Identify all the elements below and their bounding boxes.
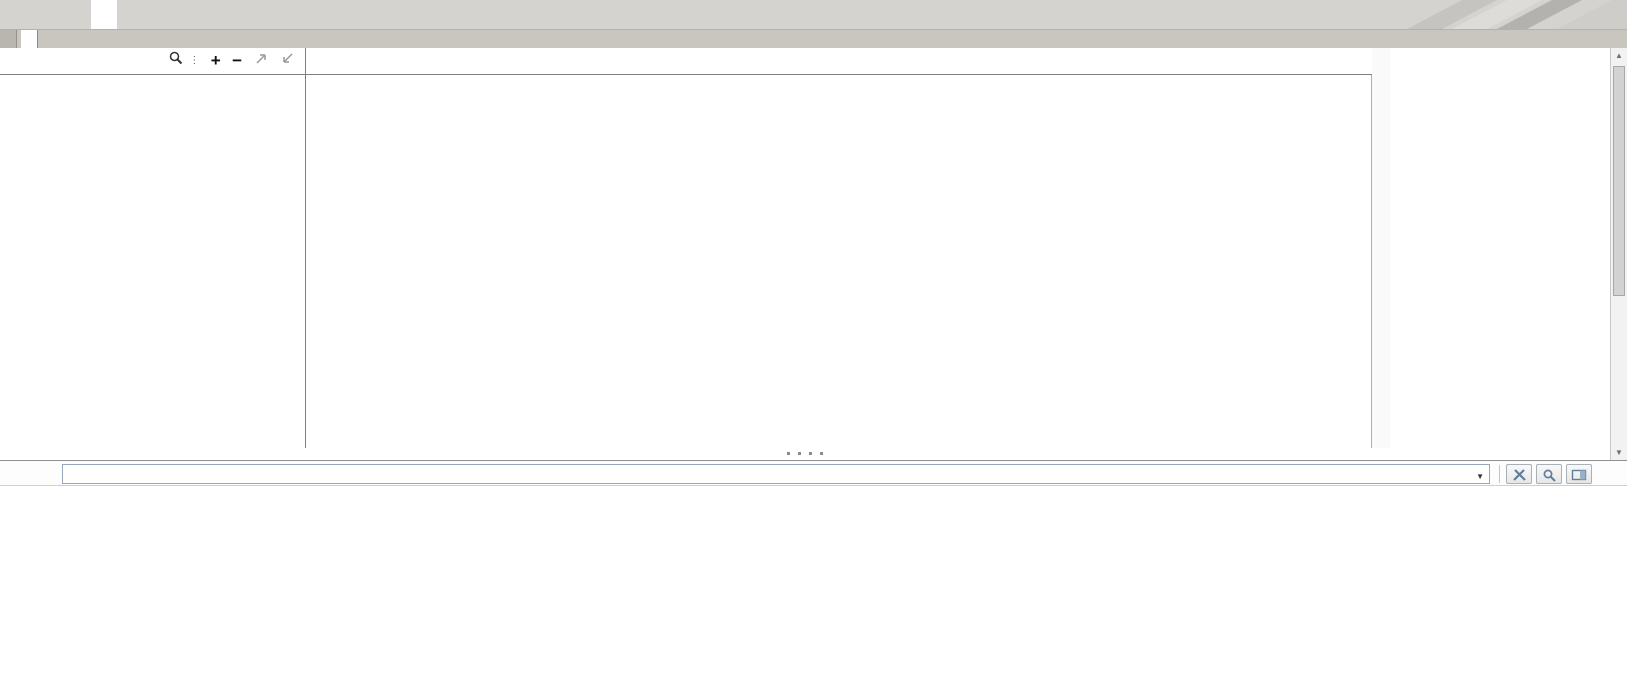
scroll-up-icon[interactable]: ▲ [1611,51,1627,60]
timeline-panel: ⋮ + − ▲ ▼ [0,48,1627,460]
customize-grouping-button[interactable] [1506,464,1532,484]
subtab-memory-hierarchy-diagram[interactable] [0,30,17,48]
timeline-scroll-strip [1372,48,1390,448]
subtab-platform[interactable] [21,30,38,48]
search-button[interactable] [1536,464,1562,484]
tab-collection-log[interactable] [30,0,56,29]
result-tab-bar [0,29,1627,48]
app-logo [1367,0,1627,29]
scrollbar-thumb[interactable] [1613,66,1625,296]
thread-group-label [0,75,15,198]
tab-graphics[interactable] [91,0,117,29]
tab-analysis-configuration[interactable] [0,0,26,29]
timeline-row-labels [0,48,305,448]
tab-summary[interactable] [61,0,87,29]
timeline-plot-area[interactable] [305,48,1372,448]
scroll-down-icon[interactable]: ▼ [1611,448,1627,457]
show-hide-pane-button[interactable] [1566,464,1592,484]
vertical-scrollbar[interactable]: ▲ ▼ [1610,48,1627,460]
timeline-ruler[interactable] [306,48,1373,75]
timeline-legend [1390,48,1610,458]
grouping-dropdown[interactable]: ▼ [62,464,1490,484]
grid-panel [0,486,1627,679]
panel-splitter[interactable] [0,448,1610,460]
toolbar-separator [1499,465,1500,483]
dropdown-arrow-icon: ▼ [1476,468,1484,486]
main-tab-bar [0,0,1627,29]
grouping-bar: ▼ [0,460,1627,486]
